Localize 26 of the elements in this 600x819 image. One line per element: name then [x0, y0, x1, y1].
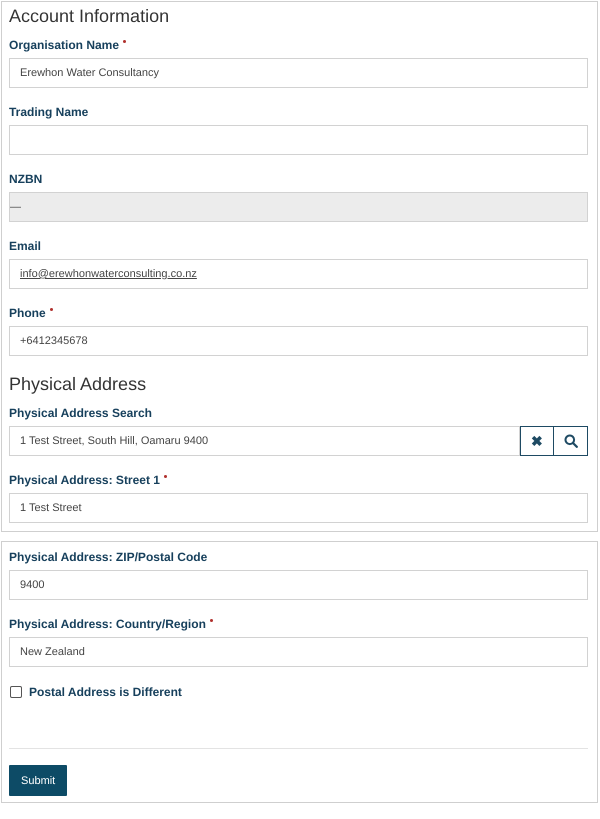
- submit-button[interactable]: Submit: [9, 765, 68, 796]
- field-label: Trading Name: [9, 104, 90, 121]
- input-field[interactable]: Erewhon Water Consultancy: [9, 58, 588, 88]
- field-label: Phone: [9, 305, 588, 322]
- section-heading: Account Information: [9, 5, 170, 28]
- input-field[interactable]: New Zealand: [9, 637, 588, 667]
- field-label: Physical Address Search: [9, 405, 153, 422]
- input-field[interactable]: +6412345678: [9, 326, 588, 356]
- checkbox[interactable]: [10, 686, 22, 698]
- field-label: Physical Address: Country/Region: [9, 616, 588, 633]
- field-label: Physical Address: ZIP/Postal Code: [9, 549, 208, 566]
- search-field[interactable]: 1 Test Street, South Hill, Oamaru 9400: [9, 426, 520, 456]
- field-label: Email: [9, 238, 42, 255]
- search-icon: [564, 434, 578, 448]
- input-field[interactable]: [9, 125, 588, 155]
- search-button[interactable]: [554, 426, 588, 456]
- input-field[interactable]: 1 Test Street: [9, 493, 588, 523]
- field-label: Physical Address: Street 1: [9, 472, 588, 489]
- section-heading: Physical Address: [9, 373, 148, 396]
- input-field[interactable]: info@erewhonwaterconsulting.co.nz: [9, 259, 588, 289]
- field-label: Organisation Name: [9, 37, 588, 54]
- input-field: —: [9, 192, 588, 222]
- checkbox-label: Postal Address is Different: [29, 684, 182, 698]
- input-field[interactable]: 9400: [9, 570, 588, 600]
- field-label: NZBN: [9, 171, 44, 188]
- clear-button[interactable]: ✖: [520, 426, 554, 456]
